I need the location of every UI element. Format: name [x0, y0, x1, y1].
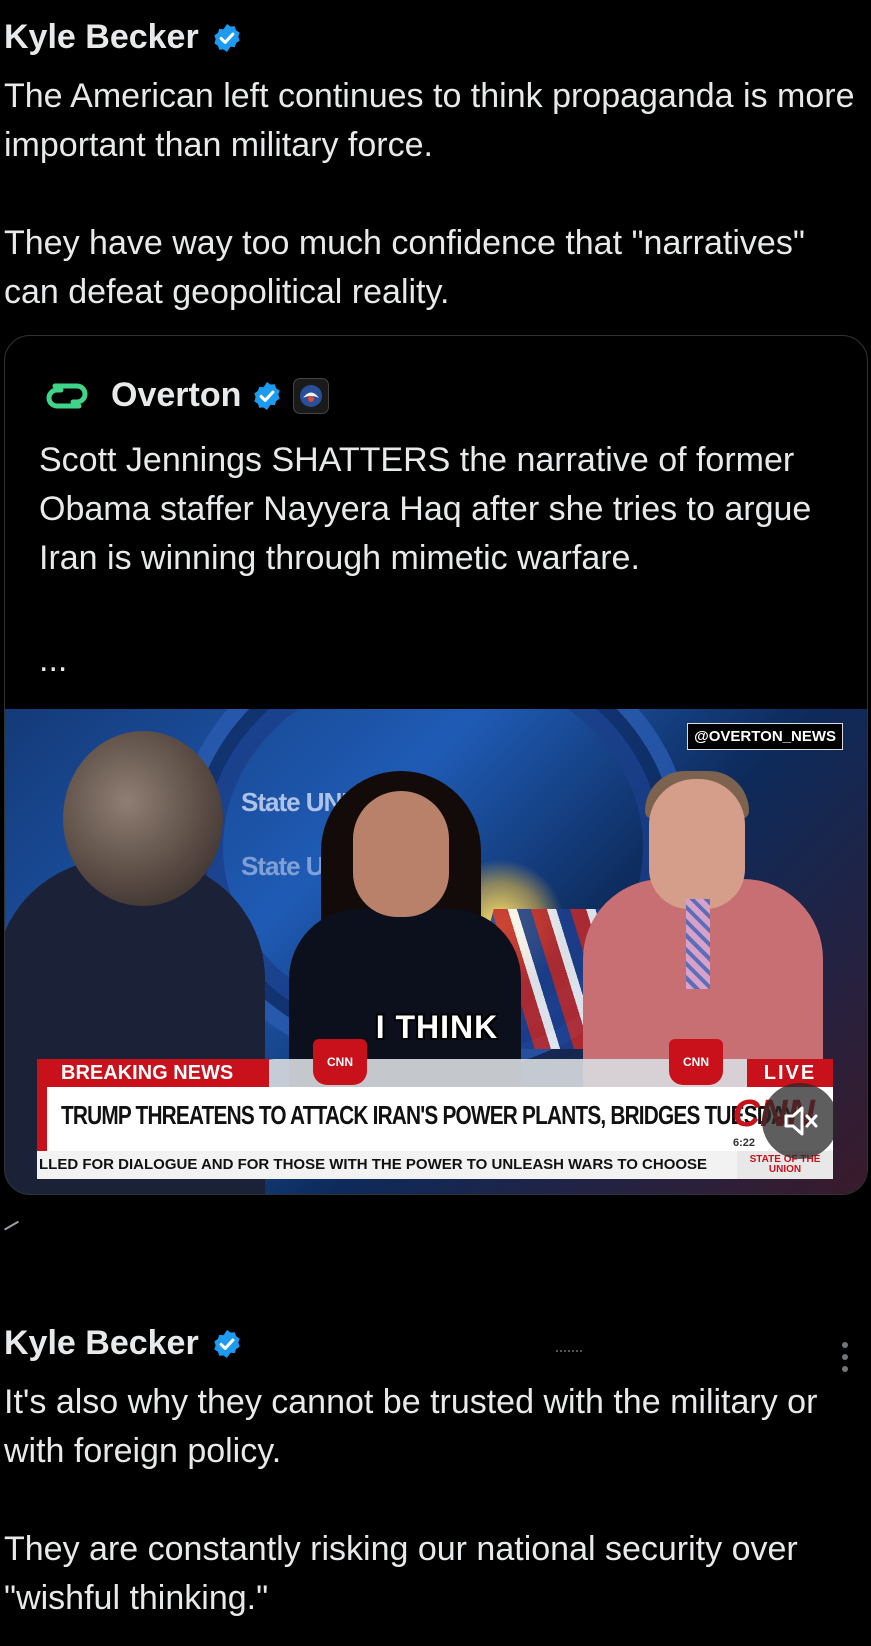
tweet2-header: Kyle Becker	[4, 1324, 243, 1363]
guest-right-tie	[686, 899, 710, 989]
host-left-head	[63, 731, 223, 906]
thread-connector	[4, 1220, 24, 1240]
video-caption: I THINK	[375, 1009, 499, 1045]
tweet2-author-name[interactable]: Kyle Becker	[4, 1324, 199, 1363]
verified-badge-icon	[254, 381, 281, 410]
guest-center-face	[353, 791, 449, 917]
tweet1-header: Kyle Becker	[4, 18, 243, 57]
mute-button[interactable]	[762, 1083, 838, 1159]
guest-right-head	[649, 779, 745, 909]
verified-badge-icon	[214, 23, 240, 52]
tweet1-text: The American left continues to think pro…	[4, 77, 855, 311]
live-label: LIVE	[747, 1059, 833, 1087]
quote-text: Scott Jennings SHATTERS the narrative of…	[39, 441, 812, 577]
overton-handle-watermark: @OVERTON_NEWS	[687, 723, 843, 750]
quote-header: Overton	[45, 376, 330, 415]
quote-author-name[interactable]: Overton	[111, 376, 241, 415]
chyron-headline-bar: TRUMP THREATENS TO ATTACK IRAN'S POWER P…	[37, 1087, 833, 1151]
overton-logo-icon	[46, 383, 88, 408]
more-vertical-icon[interactable]	[838, 1340, 852, 1374]
affiliate-badge-icon[interactable]	[293, 377, 330, 414]
divider	[556, 1350, 582, 1356]
quote-ellipsis: ...	[39, 641, 68, 679]
chyron-headline: TRUMP THREATENS TO ATTACK IRAN'S POWER P…	[61, 1100, 797, 1130]
video-player[interactable]: State UNION State UNION CNN CNN @OVERTON…	[5, 709, 867, 1194]
news-ticker: LLED FOR DIALOGUE AND FOR THOSE WITH THE…	[37, 1151, 739, 1179]
tweet2-text: It's also why they cannot be trusted wit…	[4, 1383, 818, 1617]
breaking-news-label: BREAKING NEWS	[37, 1059, 269, 1087]
volume-muted-icon	[784, 1106, 818, 1136]
broadcast-time: 6:22	[732, 1137, 755, 1149]
eagle-emblem-icon	[300, 384, 323, 407]
quoted-tweet-card[interactable]: Overton Scott Jennings SHATTERS the narr…	[4, 335, 868, 1195]
verified-badge-icon	[214, 1329, 240, 1358]
tweet1-author-name[interactable]: Kyle Becker	[4, 18, 199, 57]
